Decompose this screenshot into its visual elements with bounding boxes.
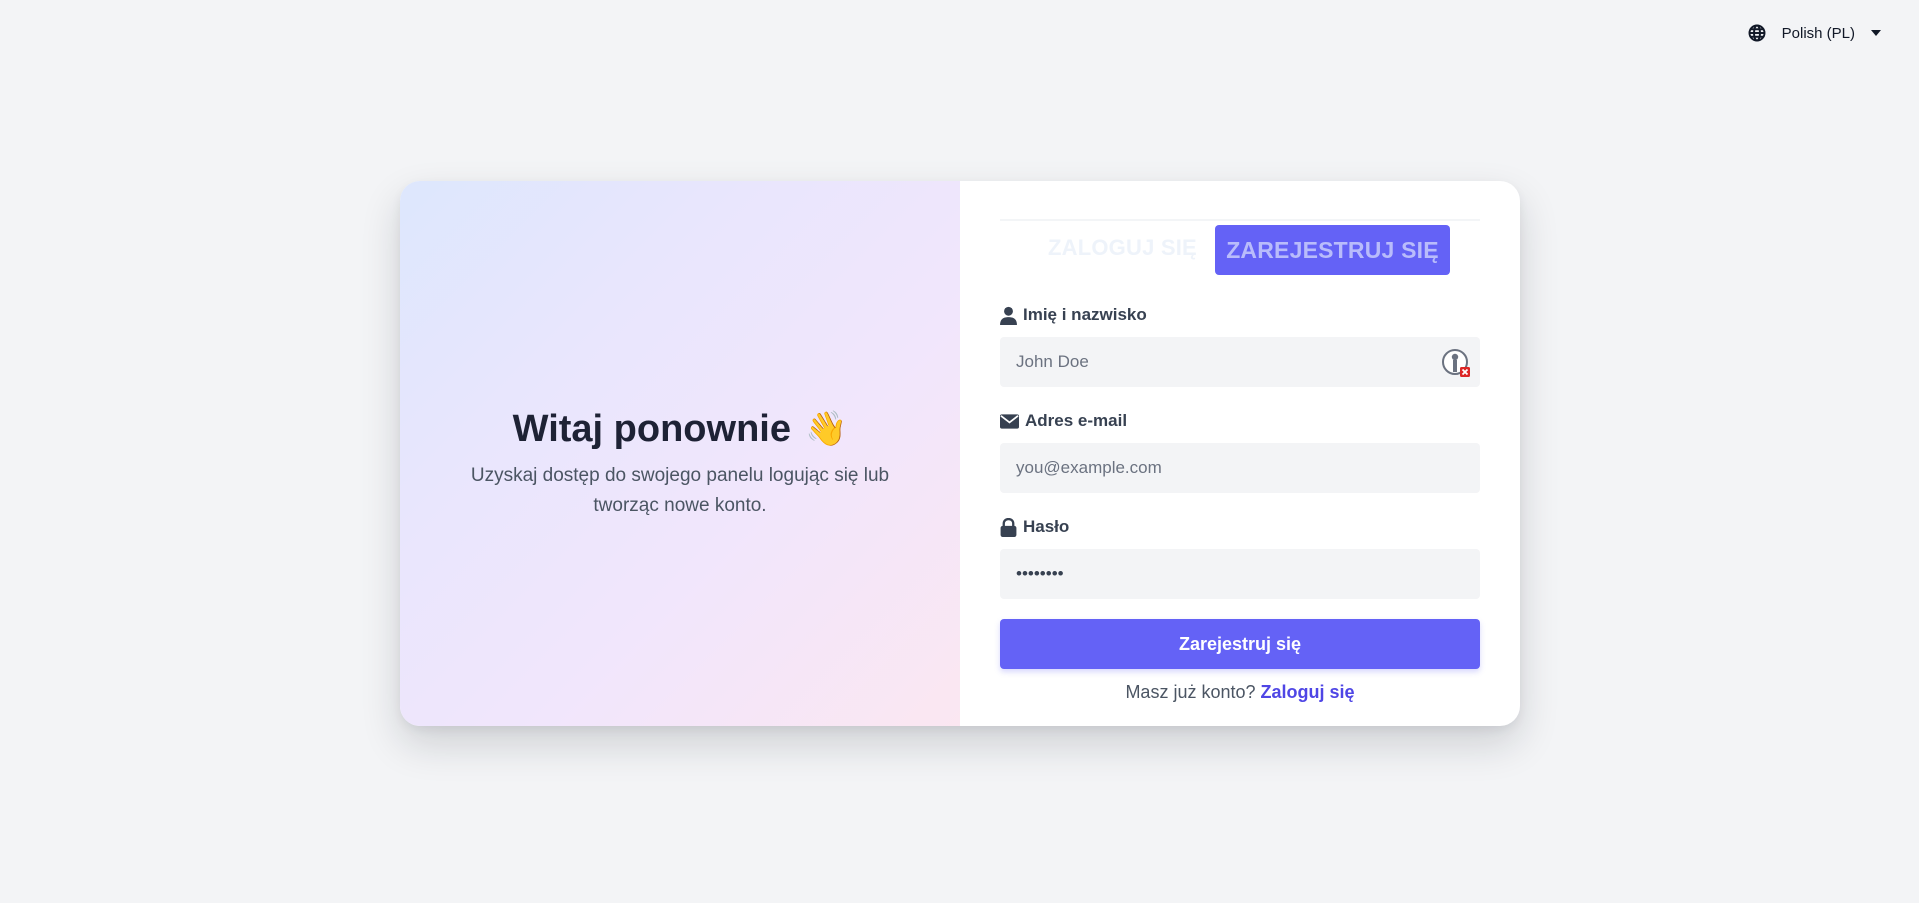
welcome-subtitle: Uzyskaj dostęp do swojego panelu logując… xyxy=(470,464,890,516)
language-selector[interactable]: Polish (PL) xyxy=(1748,24,1881,42)
lock-icon xyxy=(1000,517,1017,537)
welcome-title: Witaj ponownie xyxy=(512,407,791,450)
welcome-heading: Witaj ponownie 👋 xyxy=(513,405,848,453)
waving-hand-icon: 👋 xyxy=(804,409,848,448)
password-input-wrapper xyxy=(1000,549,1480,599)
email-input[interactable] xyxy=(1000,443,1480,493)
password-label: Hasło xyxy=(1000,515,1480,539)
tab-register[interactable]: ZAREJESTRUJ SIĘ xyxy=(1215,225,1450,275)
user-icon xyxy=(1000,306,1017,325)
name-label: Imię i nazwisko xyxy=(1000,303,1480,327)
name-input-wrapper xyxy=(1000,337,1480,387)
email-label: Adres e-mail xyxy=(1000,409,1480,433)
envelope-icon xyxy=(1000,413,1019,429)
globe-icon xyxy=(1748,24,1766,42)
auth-card: Witaj ponownie 👋 Uzyskaj dostęp do swoje… xyxy=(400,181,1520,726)
password-label-text: Hasło xyxy=(1023,517,1070,536)
auth-tabs: ZALOGUJ SIĘ ZAREJESTRUJ SIĘ xyxy=(1000,219,1480,279)
name-input[interactable] xyxy=(1000,337,1480,387)
name-field-group: Imię i nazwisko xyxy=(1000,303,1480,387)
password-field-group: Hasło xyxy=(1000,515,1480,599)
chevron-down-icon xyxy=(1871,30,1881,36)
name-label-text: Imię i nazwisko xyxy=(1023,305,1147,324)
login-prompt: Masz już konto? Zaloguj się xyxy=(1000,682,1480,703)
email-field-group: Adres e-mail xyxy=(1000,409,1480,493)
register-submit-button[interactable]: Zarejestruj się xyxy=(1000,619,1480,669)
email-label-text: Adres e-mail xyxy=(1025,411,1128,430)
register-form-panel: ZALOGUJ SIĘ ZAREJESTRUJ SIĘ Imię i nazwi… xyxy=(960,181,1520,726)
tab-login[interactable]: ZALOGUJ SIĘ xyxy=(1048,235,1197,261)
welcome-panel: Witaj ponownie 👋 Uzyskaj dostęp do swoje… xyxy=(400,181,960,726)
login-prompt-text: Masz już konto? xyxy=(1125,682,1256,702)
language-label: Polish (PL) xyxy=(1781,24,1855,42)
email-input-wrapper xyxy=(1000,443,1480,493)
login-link[interactable]: Zaloguj się xyxy=(1261,682,1355,702)
password-input[interactable] xyxy=(1000,549,1480,599)
password-manager-icon[interactable] xyxy=(1441,348,1471,378)
